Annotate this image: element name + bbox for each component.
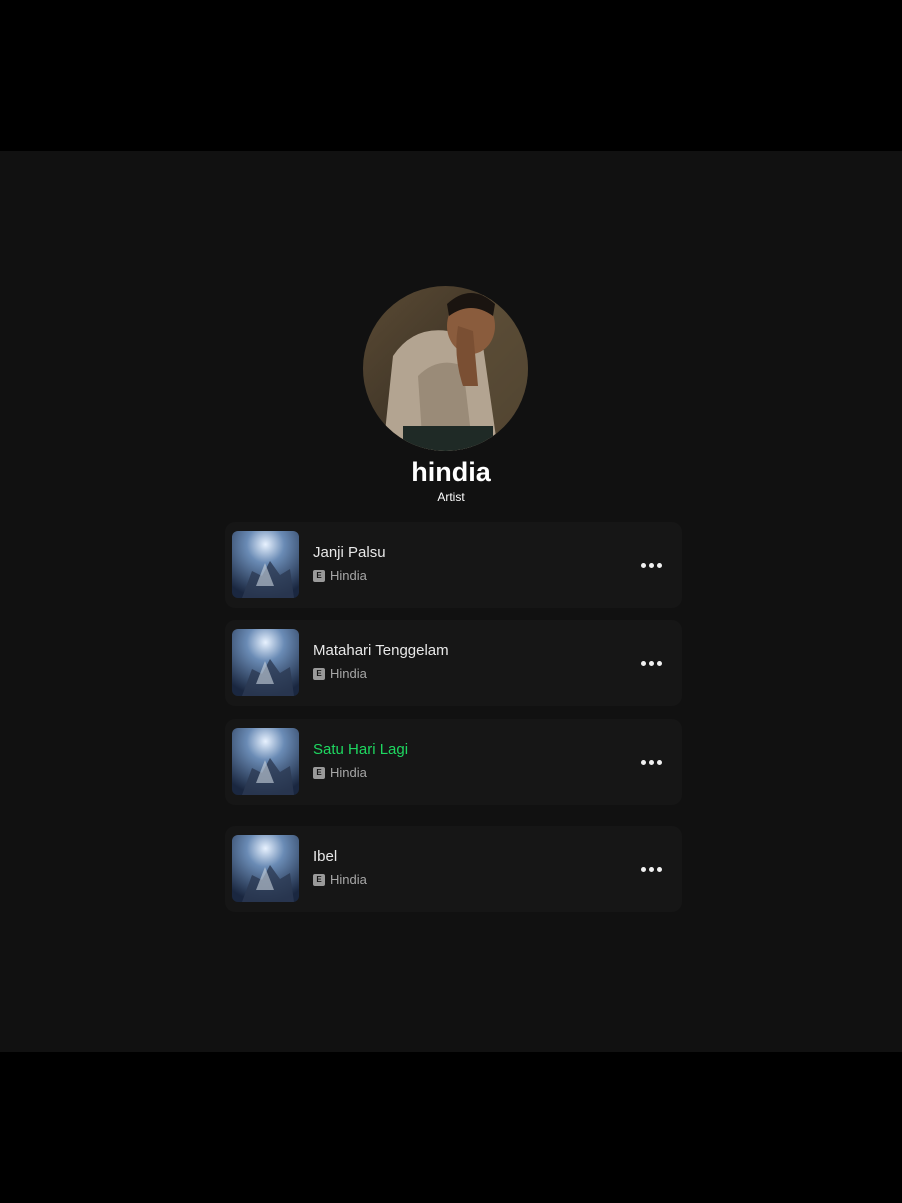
track-meta: E Hindia (313, 872, 367, 888)
dot (640, 660, 646, 666)
more-options-icon[interactable] (638, 552, 664, 578)
explicit-badge: E (313, 767, 325, 779)
dot (656, 866, 662, 872)
dot (656, 562, 662, 568)
album-cover (232, 531, 299, 598)
dot (648, 562, 654, 568)
album-art (232, 728, 299, 795)
more-options-icon[interactable] (638, 650, 664, 676)
album-art (232, 835, 299, 902)
track-meta: E Hindia (313, 568, 367, 584)
track-meta: E Hindia (313, 765, 367, 781)
explicit-badge: E (313, 874, 325, 886)
track-artist: Hindia (330, 568, 367, 583)
track-artist: Hindia (330, 666, 367, 681)
track-title: Ibel (313, 848, 338, 865)
album-cover (232, 629, 299, 696)
track-meta: E Hindia (313, 666, 367, 682)
album-cover (232, 728, 299, 795)
explicit-badge: E (313, 668, 325, 680)
track-title: Matahari Tenggelam (313, 642, 449, 659)
dot (648, 866, 654, 872)
album-art (232, 629, 299, 696)
more-options-icon[interactable] (638, 749, 664, 775)
dot (648, 660, 654, 666)
artist-role-label: Artist (437, 490, 465, 504)
album-art (232, 531, 299, 598)
dot (656, 759, 662, 765)
dot (648, 759, 654, 765)
artist-name: hindia (411, 457, 491, 487)
more-options-icon[interactable] (638, 856, 664, 882)
artist-avatar[interactable] (363, 286, 528, 451)
dot (640, 866, 646, 872)
explicit-badge: E (313, 570, 325, 582)
track-artist: Hindia (330, 872, 367, 887)
track-artist: Hindia (330, 765, 367, 780)
album-cover (232, 835, 299, 902)
track-title: Janji Palsu (313, 544, 386, 561)
dot (640, 759, 646, 765)
dot (656, 660, 662, 666)
track-row[interactable]: Janji Palsu E Hindia (225, 522, 682, 608)
track-title: Satu Hari Lagi (313, 741, 409, 758)
track-row[interactable]: Ibel E Hindia (225, 826, 682, 912)
artist-photo (363, 286, 528, 451)
dot (640, 562, 646, 568)
track-row[interactable]: Matahari Tenggelam E Hindia (225, 620, 682, 706)
track-row-playing[interactable]: Satu Hari Lagi E Hindia (225, 719, 682, 805)
